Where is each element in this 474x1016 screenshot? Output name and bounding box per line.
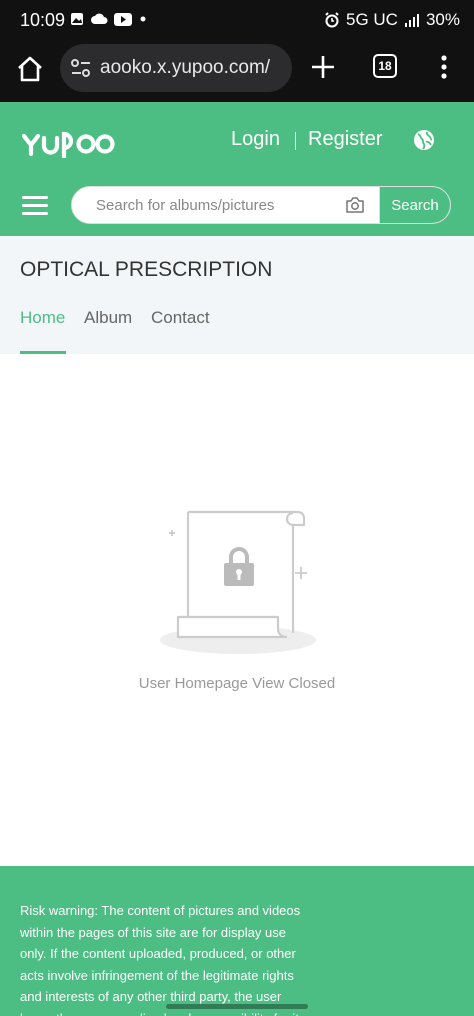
status-right: 5G UC 30% xyxy=(324,10,460,30)
search-input[interactable] xyxy=(96,187,336,223)
register-link[interactable]: Register xyxy=(308,128,382,151)
dot-icon xyxy=(140,16,146,22)
store-title: OPTICAL PRESCRIPTION xyxy=(20,258,273,281)
active-tab-indicator xyxy=(20,351,66,354)
address-bar[interactable]: aooko.x.yupoo.com/ xyxy=(60,44,292,92)
notification-icons xyxy=(70,12,148,26)
locked-document-icon xyxy=(160,510,316,654)
tab-switcher-button[interactable]: 18 xyxy=(373,54,397,78)
gesture-handle[interactable] xyxy=(166,1004,308,1009)
tab-home[interactable]: Home xyxy=(20,308,65,328)
search-button[interactable]: Search xyxy=(379,187,450,223)
search-bar: Search xyxy=(71,186,451,224)
cloud-icon xyxy=(91,13,108,24)
store-header: OPTICAL PRESCRIPTION Home Album Contact xyxy=(0,236,474,354)
login-link[interactable]: Login xyxy=(231,128,280,151)
browser-toolbar: aooko.x.yupoo.com/ 18 xyxy=(0,40,474,102)
new-tab-icon[interactable] xyxy=(308,52,338,82)
site-settings-icon[interactable] xyxy=(70,58,92,78)
youtube-icon xyxy=(114,12,132,26)
tab-album[interactable]: Album xyxy=(84,308,132,328)
status-bar: 10:09 5G UC 30% xyxy=(0,0,474,40)
header-separator xyxy=(295,132,296,150)
alarm-icon xyxy=(325,12,339,28)
url-text: aooko.x.yupoo.com/ xyxy=(100,57,271,78)
status-time: 10:09 xyxy=(20,10,66,30)
site-header: Login Register Search xyxy=(0,102,474,236)
network-label: 5G UC xyxy=(346,10,398,29)
menu-icon[interactable] xyxy=(22,194,48,216)
yupoo-logo[interactable] xyxy=(22,128,117,158)
camera-icon[interactable] xyxy=(345,196,365,214)
footer: Risk warning: The content of pictures an… xyxy=(0,866,474,1016)
gallery-icon xyxy=(71,13,83,25)
home-icon[interactable] xyxy=(14,53,46,85)
battery-percent: 30% xyxy=(425,10,460,29)
risk-warning: Risk warning: The content of pictures an… xyxy=(20,903,301,1016)
signal-icon xyxy=(404,14,419,27)
globe-icon[interactable] xyxy=(413,129,435,151)
more-menu-icon[interactable] xyxy=(436,54,452,80)
tab-contact[interactable]: Contact xyxy=(151,308,210,328)
closed-message: User Homepage View Closed xyxy=(138,675,336,692)
